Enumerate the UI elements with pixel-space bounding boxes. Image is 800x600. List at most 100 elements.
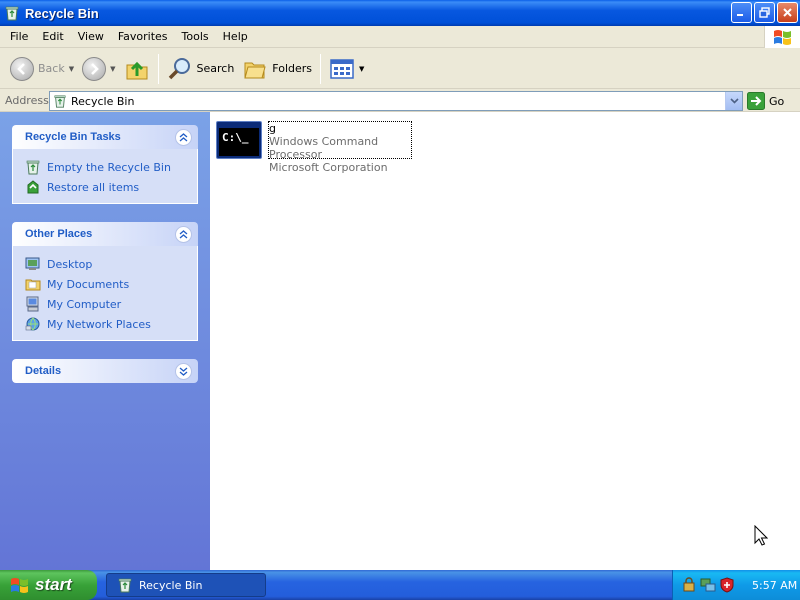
other-places-title: Other Places (25, 228, 93, 240)
file-view[interactable]: C:\_ g Windows Command Processor Microso… (210, 112, 800, 570)
file-company: Microsoft Corporation (269, 161, 388, 174)
views-button[interactable]: ▼ (325, 52, 368, 86)
restore-all-items-link[interactable]: Restore all items (25, 177, 197, 197)
window-title: Recycle Bin (25, 5, 99, 21)
address-dropdown-button[interactable] (725, 92, 742, 110)
search-icon (168, 57, 190, 79)
back-dropdown-icon[interactable]: ▼ (69, 65, 74, 73)
recycle-bin-tasks-panel: Recycle Bin Tasks Empty the Recycle Bin (12, 125, 198, 204)
recycle-bin-tasks-title: Recycle Bin Tasks (25, 131, 121, 143)
recycle-bin-tasks-header[interactable]: Recycle Bin Tasks (12, 125, 198, 149)
mouse-cursor-icon (754, 525, 768, 546)
restore-icon (27, 180, 39, 194)
collapse-icon[interactable] (175, 225, 192, 243)
address-field[interactable]: Recycle Bin (49, 91, 743, 111)
network-tray-icon[interactable] (700, 577, 716, 593)
start-label: start (35, 575, 72, 594)
empty-recycle-bin-label: Empty the Recycle Bin (47, 160, 171, 174)
my-documents-label: My Documents (47, 277, 130, 291)
title-bar[interactable]: Recycle Bin (0, 0, 800, 26)
file-description: Windows Command Processor (269, 135, 379, 161)
go-label: Go (769, 94, 785, 108)
menu-favorites[interactable]: Favorites (111, 27, 175, 47)
folders-icon (244, 62, 266, 78)
file-text: g Windows Command Processor Microsoft Co… (268, 121, 412, 174)
address-bar: Address Recycle Bin Go (0, 90, 800, 112)
my-network-places-label: My Network Places (47, 317, 151, 331)
forward-arrow-icon (82, 56, 107, 81)
folder-icon (25, 279, 41, 291)
toolbar-separator (157, 53, 159, 84)
details-header[interactable]: Details (12, 359, 198, 383)
go-button[interactable]: Go (747, 91, 784, 111)
computer-icon (26, 296, 39, 312)
empty-recycle-bin-icon (26, 160, 40, 175)
minimize-button[interactable] (731, 2, 752, 23)
taskbar-item-label: Recycle Bin (139, 578, 203, 592)
my-computer-link[interactable]: My Computer (25, 294, 197, 314)
recycle-bin-icon (5, 6, 19, 21)
network-icon (25, 317, 40, 331)
windows-flag-icon (773, 30, 791, 45)
windows-logo (764, 26, 800, 48)
collapse-icon[interactable] (175, 128, 192, 146)
views-dropdown-icon: ▼ (359, 64, 365, 73)
toolbar: Back ▼ ▼ Search Folders ▼ (0, 49, 800, 89)
my-network-places-link[interactable]: My Network Places (25, 314, 197, 334)
close-button[interactable] (777, 2, 798, 23)
restore-button[interactable] (754, 2, 775, 23)
menu-bar: File Edit View Favorites Tools Help (0, 26, 800, 48)
menu-tools[interactable]: Tools (175, 27, 216, 47)
menu-view[interactable]: View (71, 27, 111, 47)
forward-dropdown-icon[interactable]: ▼ (110, 65, 115, 73)
desktop-icon (25, 257, 40, 270)
up-folder-button[interactable] (120, 52, 154, 86)
shield-icon[interactable] (719, 577, 735, 593)
taskbar: start Recycle Bin 5:57 AM (0, 570, 800, 600)
details-panel: Details (12, 359, 198, 383)
toolbar-separator (320, 53, 322, 84)
go-arrow-icon (747, 92, 765, 110)
clock[interactable]: 5:57 AM (752, 579, 797, 592)
cmd-icon: C:\_ (216, 121, 262, 159)
back-arrow-icon (10, 56, 34, 81)
recycle-bin-icon (118, 578, 132, 593)
back-label: Back (38, 62, 65, 75)
taskbar-item-recycle-bin[interactable]: Recycle Bin (106, 573, 266, 597)
forward-button[interactable]: ▼ (78, 52, 119, 86)
menu-help[interactable]: Help (216, 27, 255, 47)
my-computer-label: My Computer (47, 297, 122, 311)
restore-icon (759, 7, 770, 18)
close-icon (783, 8, 792, 17)
file-name: g (269, 122, 276, 135)
file-item[interactable]: C:\_ g Windows Command Processor Microso… (216, 121, 412, 174)
other-places-panel: Other Places Desktop My Documents My Com… (12, 222, 198, 341)
start-button[interactable]: start (0, 570, 97, 600)
back-button[interactable]: Back ▼ (6, 52, 78, 86)
other-places-header[interactable]: Other Places (12, 222, 198, 246)
search-label: Search (196, 62, 235, 75)
menu-edit[interactable]: Edit (35, 27, 70, 47)
folders-label: Folders (272, 62, 313, 75)
desktop-link[interactable]: Desktop (25, 254, 197, 274)
folders-button[interactable]: Folders (238, 52, 316, 86)
search-button[interactable]: Search (163, 52, 239, 86)
chevron-down-icon (729, 98, 739, 104)
minimize-icon (737, 14, 743, 16)
empty-recycle-bin-link[interactable]: Empty the Recycle Bin (25, 157, 197, 177)
views-icon (330, 58, 354, 79)
system-tray: 5:57 AM (672, 570, 800, 600)
restore-all-items-label: Restore all items (47, 180, 140, 194)
menu-file[interactable]: File (3, 27, 35, 47)
recycle-bin-icon (54, 95, 66, 108)
address-value: Recycle Bin (71, 94, 135, 108)
address-label: Address (5, 94, 49, 107)
windows-flag-icon (11, 578, 28, 593)
my-documents-link[interactable]: My Documents (25, 274, 197, 294)
desktop-label: Desktop (47, 257, 93, 271)
details-title: Details (25, 365, 62, 377)
expand-icon[interactable] (175, 362, 192, 380)
security-tray-icon[interactable] (681, 577, 697, 593)
up-folder-icon (126, 61, 147, 79)
task-pane: Recycle Bin Tasks Empty the Recycle Bin (0, 112, 210, 570)
